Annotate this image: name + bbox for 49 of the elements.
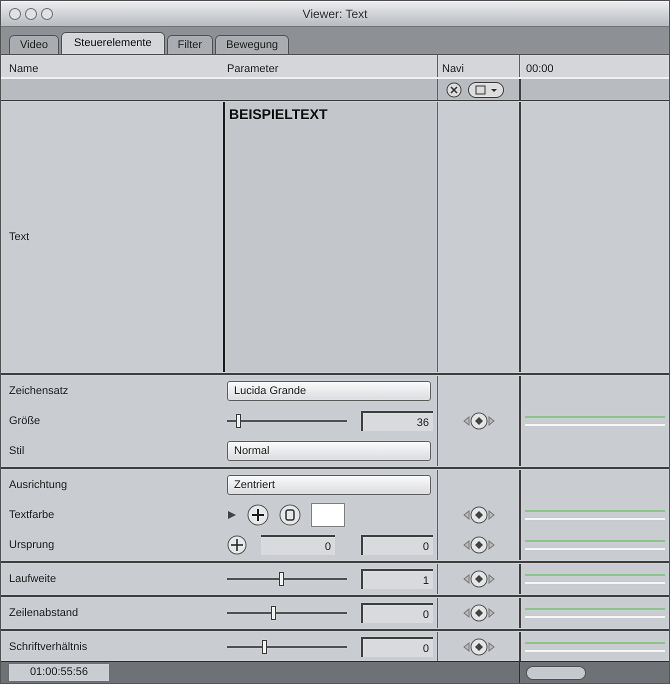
minimize-button[interactable]	[25, 8, 37, 20]
value-field[interactable]: 0	[361, 637, 433, 657]
window-title: Viewer: Text	[302, 6, 368, 22]
close-button[interactable]	[9, 8, 21, 20]
zoom-button[interactable]	[41, 8, 53, 20]
value-field[interactable]: 36	[361, 411, 433, 431]
parameter-label: Zeichensatz	[9, 384, 68, 399]
popup-menu-button[interactable]	[468, 82, 504, 98]
value-field[interactable]: 0	[261, 535, 335, 555]
column-header: Parameter	[226, 62, 280, 77]
parameter-label: Text	[9, 230, 30, 245]
parameter-label: Laufweite	[9, 572, 56, 587]
keyframe-button-icon[interactable]	[460, 505, 496, 525]
keyframe-button-icon[interactable]	[460, 603, 496, 623]
parameter-label: Zeilenabstand	[9, 606, 78, 621]
parameter-label: Stil	[9, 444, 24, 459]
tab[interactable]: Filter	[166, 35, 214, 54]
value-field[interactable]: 1	[361, 569, 433, 589]
column-header: 00:00	[519, 55, 669, 77]
popup-menu[interactable]: Normal	[227, 441, 431, 461]
keyframe-button-icon[interactable]	[460, 569, 496, 589]
popup-menu[interactable]: Lucida Grande	[227, 381, 431, 401]
parameter-label: Ursprung	[9, 538, 54, 553]
slider[interactable]	[227, 414, 347, 428]
parameter-label: Ausrichtung	[9, 478, 68, 493]
parameter-label: Größe	[9, 414, 40, 429]
zoom-button[interactable]	[526, 666, 586, 680]
reset-button-icon[interactable]	[446, 82, 462, 98]
popup-menu[interactable]: Zentriert	[227, 475, 431, 495]
value-field[interactable]: 0	[361, 535, 433, 555]
timecode-field[interactable]: 01:00:55:56	[9, 664, 109, 681]
slider[interactable]	[227, 572, 347, 586]
tab[interactable]: Bewegung	[215, 35, 290, 54]
color-swatch[interactable]	[311, 503, 345, 527]
value-field[interactable]: 0	[361, 603, 433, 623]
parameter-label: Schriftverhältnis	[9, 640, 88, 655]
column-header: Name	[8, 62, 40, 77]
tab[interactable]: Video	[9, 35, 59, 54]
keyframe-button-icon[interactable]	[460, 535, 496, 555]
column-header: Navi	[437, 55, 519, 77]
slider[interactable]	[227, 640, 347, 654]
keyframe-button-icon[interactable]	[460, 411, 496, 431]
crosshair-button-icon[interactable]	[227, 535, 247, 555]
slider[interactable]	[227, 606, 347, 620]
text-value: BEISPIELTEXT	[229, 105, 328, 124]
disclosure-triangle-icon[interactable]	[227, 510, 237, 520]
tab[interactable]: Steuerelemente	[60, 32, 165, 54]
keyframe-button-icon[interactable]	[460, 637, 496, 657]
parameter-label: Textfarbe	[9, 508, 54, 523]
